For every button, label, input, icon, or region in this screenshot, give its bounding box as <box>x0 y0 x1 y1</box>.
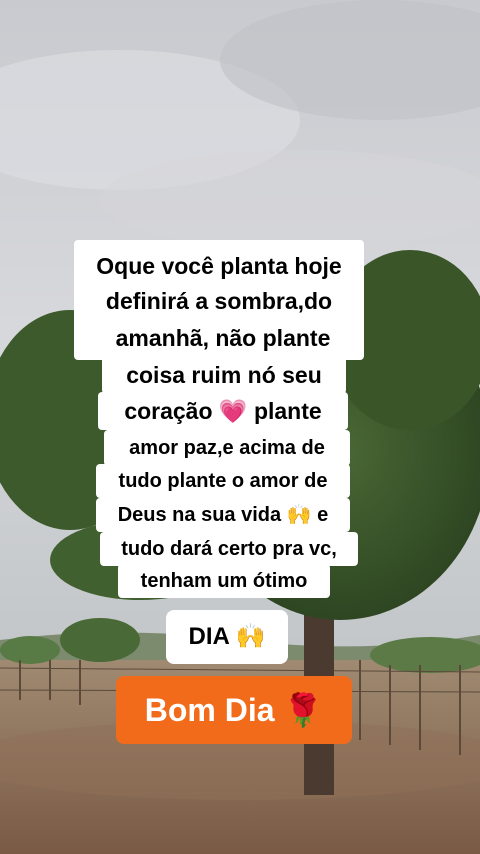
caption-line-10: tenham um ótimo <box>118 564 330 598</box>
caption-line-6: amor paz,e acima de <box>104 430 350 466</box>
caption-line-9: tudo dará certo pra vc, <box>100 532 358 566</box>
caption-line-4: coisa ruim nó seu <box>102 356 346 394</box>
caption-line-7: tudo plante o amor de <box>96 464 350 498</box>
caption-line-5: coração 💗 plante <box>98 392 348 430</box>
caption-line-11: DIA 🙌 <box>166 610 288 664</box>
caption-line-2: definirá a sombra,do <box>76 282 362 320</box>
bom-dia-sticker: Bom Dia 🌹 <box>116 676 352 744</box>
caption-line-3: amanhã, não plante <box>96 320 350 356</box>
caption-line-8: Deus na sua vida 🙌 e <box>96 498 350 532</box>
